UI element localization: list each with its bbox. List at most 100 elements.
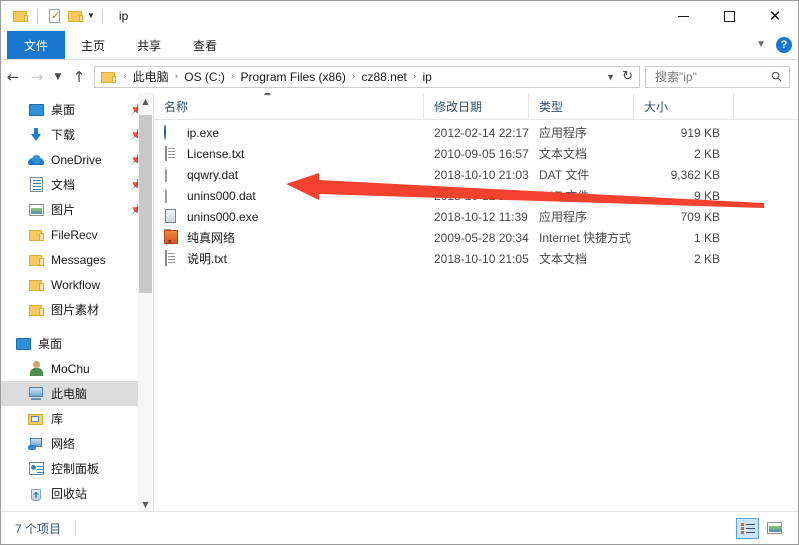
sidebar-item-pictures[interactable]: 图片 📌 bbox=[1, 197, 153, 222]
sidebar-item-desktop-quick[interactable]: 桌面 📌 bbox=[1, 97, 153, 122]
item-count-label: 7 个项目 bbox=[15, 521, 62, 536]
table-row[interactable]: ip.exe 2012-02-14 22:17 应用程序 919 KB bbox=[154, 122, 798, 143]
table-row[interactable]: unins000.dat 2018-10-12 11:40 DAT 文件 9 K… bbox=[154, 185, 798, 206]
file-type-cell: DAT 文件 bbox=[539, 168, 590, 182]
generic-file-icon bbox=[164, 166, 180, 183]
file-date-cell: 2009-05-28 20:34 bbox=[434, 230, 529, 245]
sidebar-item-control-panel[interactable]: 控制面板 bbox=[1, 456, 153, 481]
ribbon-tab-bar: 文件 主页 共享 查看 ▼ ? bbox=[1, 31, 798, 60]
file-type-cell: 文本文档 bbox=[539, 252, 588, 266]
file-name-cell[interactable]: unins000.exe bbox=[154, 209, 424, 225]
refresh-icon[interactable]: ↻ bbox=[622, 69, 633, 84]
table-row[interactable]: ↗ 纯真网络 2009-05-28 20:34 Internet 快捷方式 1 … bbox=[154, 227, 798, 248]
search-icon bbox=[771, 71, 782, 82]
chevron-down-icon[interactable]: ▼ bbox=[756, 40, 766, 50]
sidebar-item-label: 库 bbox=[51, 412, 64, 426]
sidebar-item-label: 图片 bbox=[51, 203, 76, 217]
file-name-cell[interactable]: unins000.dat bbox=[154, 187, 424, 204]
sidebar-item-onedrive[interactable]: OneDrive 📌 bbox=[1, 147, 153, 172]
back-arrow-icon[interactable]: ← bbox=[1, 65, 25, 89]
maximize-button[interactable] bbox=[706, 1, 752, 31]
breadcrumb-item-this-pc[interactable]: 此电脑 bbox=[130, 68, 172, 85]
file-name-cell[interactable]: License.txt bbox=[154, 145, 424, 162]
libraries-icon bbox=[28, 411, 44, 427]
sidebar-item-documents[interactable]: 文档 📌 bbox=[1, 172, 153, 197]
breadcrumb-separator: › bbox=[174, 71, 179, 82]
tab-home[interactable]: 主页 bbox=[65, 31, 121, 59]
quick-access-toolbar: ✓ ▼ ip bbox=[1, 1, 128, 31]
file-name-cell[interactable]: qqwry.dat bbox=[154, 166, 424, 183]
file-size-cell: 709 KB bbox=[680, 209, 720, 224]
file-type-cell: 文本文档 bbox=[539, 147, 588, 161]
file-name-label: unins000.exe bbox=[187, 209, 259, 224]
tab-share[interactable]: 共享 bbox=[121, 31, 177, 59]
sidebar-item-filerecv[interactable]: FileRecv bbox=[1, 222, 153, 247]
customize-folder-icon[interactable] bbox=[65, 6, 85, 26]
details-view-button[interactable] bbox=[736, 517, 759, 539]
scrollbar-thumb[interactable] bbox=[139, 115, 152, 293]
sidebar-item-image-assets[interactable]: 图片素材 bbox=[1, 297, 153, 322]
chevron-down-icon[interactable]: ▼ bbox=[87, 12, 95, 20]
breadcrumb-item-cz88[interactable]: cz88.net bbox=[358, 70, 409, 84]
sidebar-item-this-pc[interactable]: 此电脑 bbox=[1, 381, 153, 406]
file-list-pane: 名称 修改日期 类型 大小 ▲ ip.exe 2012-02-14 22:17 … bbox=[154, 93, 798, 512]
file-name-label: unins000.dat bbox=[187, 188, 256, 203]
help-icon[interactable]: ? bbox=[776, 37, 792, 53]
sidebar-item-label: OneDrive bbox=[51, 152, 102, 167]
file-name-cell[interactable]: ip.exe bbox=[154, 124, 424, 141]
recent-locations-icon[interactable]: ▼ bbox=[49, 65, 67, 89]
minimize-button[interactable] bbox=[660, 1, 706, 31]
sidebar-item-label: 桌面 bbox=[51, 103, 76, 117]
status-divider bbox=[75, 520, 77, 536]
forward-arrow-icon[interactable]: → bbox=[25, 65, 49, 89]
folder-icon bbox=[28, 302, 44, 318]
sidebar-item-recycle-bin[interactable]: 回收站 bbox=[1, 481, 153, 506]
file-name-cell[interactable]: 说明.txt bbox=[154, 250, 424, 267]
breadcrumb-item-program-files[interactable]: Program Files (x86) bbox=[238, 70, 349, 84]
search-box[interactable] bbox=[645, 65, 790, 88]
chevron-down-icon[interactable]: ▼ bbox=[606, 72, 615, 82]
scroll-down-icon[interactable]: ▼ bbox=[138, 496, 153, 512]
sidebar-item-messages[interactable]: Messages bbox=[1, 247, 153, 272]
sidebar-item-mochu[interactable]: MoChu bbox=[1, 356, 153, 381]
scroll-up-icon[interactable]: ▲ bbox=[138, 93, 153, 109]
large-icons-view-button[interactable] bbox=[763, 518, 786, 539]
table-row[interactable]: 说明.txt 2018-10-10 21:05 文本文档 2 KB bbox=[154, 248, 798, 269]
control-panel-icon bbox=[28, 461, 44, 477]
sidebar-scrollbar[interactable]: ▲ ▼ bbox=[138, 93, 153, 512]
column-header-type[interactable]: 类型 bbox=[529, 93, 634, 119]
setup-app-icon bbox=[164, 209, 180, 225]
up-arrow-icon[interactable]: ↑ bbox=[67, 65, 91, 89]
close-button[interactable]: ✕ bbox=[752, 1, 798, 31]
table-row[interactable]: unins000.exe 2018-10-12 11:39 应用程序 709 K… bbox=[154, 206, 798, 227]
file-date-cell: 2018-10-12 11:39 bbox=[434, 209, 528, 224]
tab-view[interactable]: 查看 bbox=[177, 31, 233, 59]
table-row[interactable]: qqwry.dat 2018-10-10 21:03 DAT 文件 9,362 … bbox=[154, 164, 798, 185]
sidebar-item-label: 图片素材 bbox=[51, 303, 100, 317]
toolbar-divider bbox=[37, 8, 38, 24]
user-icon bbox=[28, 361, 44, 377]
sidebar-item-downloads[interactable]: 下载 📌 bbox=[1, 122, 153, 147]
sidebar-item-desktop-root[interactable]: 桌面 bbox=[1, 331, 153, 356]
column-header-size[interactable]: 大小 bbox=[634, 93, 734, 119]
breadcrumb-item-os-c[interactable]: OS (C:) bbox=[181, 70, 228, 84]
sidebar-item-libraries[interactable]: 库 bbox=[1, 406, 153, 431]
properties-icon[interactable]: ✓ bbox=[45, 6, 65, 26]
sidebar-item-network[interactable]: 网络 bbox=[1, 431, 153, 456]
view-mode-buttons bbox=[736, 517, 786, 539]
file-date-cell: 2012-02-14 22:17 bbox=[434, 125, 529, 140]
desktop-icon bbox=[15, 336, 31, 352]
sidebar-item-label: MoChu bbox=[51, 361, 90, 376]
file-name-label: License.txt bbox=[187, 146, 245, 161]
table-row[interactable]: License.txt 2010-09-05 16:57 文本文档 2 KB bbox=[154, 143, 798, 164]
file-name-cell[interactable]: ↗ 纯真网络 bbox=[154, 229, 424, 246]
column-header-name[interactable]: 名称 bbox=[154, 93, 424, 119]
sidebar-item-workflow[interactable]: Workflow bbox=[1, 272, 153, 297]
breadcrumb-item-ip[interactable]: ip bbox=[419, 70, 434, 84]
file-date-cell: 2018-10-10 21:03 bbox=[434, 167, 529, 182]
column-header-date[interactable]: 修改日期 bbox=[424, 93, 529, 119]
tab-file[interactable]: 文件 bbox=[7, 31, 66, 59]
folder-icon[interactable] bbox=[10, 6, 30, 26]
search-input[interactable] bbox=[653, 68, 769, 85]
breadcrumb[interactable]: › 此电脑 › OS (C:) › Program Files (x86) › … bbox=[94, 65, 640, 88]
